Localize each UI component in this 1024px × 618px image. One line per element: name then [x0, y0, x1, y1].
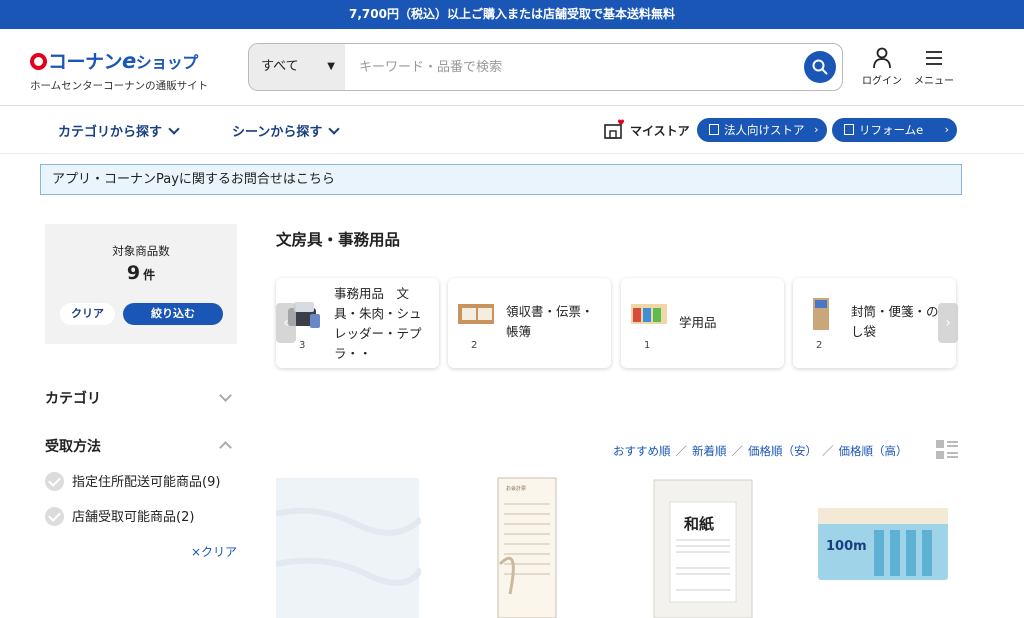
- sort-price-low[interactable]: 価格順（安）: [748, 444, 817, 458]
- list-view-toggle-icon[interactable]: [936, 440, 958, 460]
- scene-search-label: シーンから探す: [232, 125, 323, 140]
- sort-recommended[interactable]: おすすめ順: [613, 444, 671, 458]
- category-card[interactable]: 1 学用品: [621, 278, 784, 368]
- logo-shop: ショップ: [135, 53, 199, 72]
- corporate-store-label: 法人向けストア: [724, 123, 805, 137]
- scene-search-link[interactable]: シーンから探す: [232, 121, 341, 140]
- search-icon: [812, 59, 828, 75]
- product-label: お会計票: [506, 485, 526, 492]
- category-search-link[interactable]: カテゴリから探す: [58, 121, 180, 140]
- logo-e: e: [122, 49, 136, 73]
- my-store-link[interactable]: マイストア: [604, 119, 690, 139]
- category-filter-heading[interactable]: カテゴリ: [45, 388, 101, 408]
- app-pay-notice[interactable]: アプリ・コーナンPayに関するお問合せはこちら: [40, 164, 962, 195]
- logo-o-icon: [30, 53, 47, 70]
- search-category-select[interactable]: すべて ▼: [249, 44, 345, 90]
- promo-text: 7,700円（税込）以上ご購入または店舗受取で基本送料無料: [349, 7, 675, 21]
- search-input[interactable]: [345, 44, 795, 90]
- logo-subtitle: ホームセンターコーナンの通販サイト: [30, 80, 209, 92]
- category-count: 2: [816, 340, 823, 351]
- sort-separator: ／: [822, 444, 834, 458]
- reform-button[interactable]: リフォームe ›: [832, 118, 957, 142]
- building-icon: [709, 124, 719, 135]
- menu-button[interactable]: メニュー: [908, 47, 960, 87]
- logo-name: コーナン: [48, 51, 123, 73]
- result-count-box: 対象商品数 9件 クリア 絞り込む: [45, 224, 237, 344]
- category-search-label: カテゴリから探す: [58, 125, 163, 140]
- reform-label: リフォームe: [859, 123, 924, 137]
- user-icon: [873, 47, 891, 69]
- search-button[interactable]: [804, 51, 836, 83]
- sort-separator: ／: [675, 444, 688, 458]
- count-label: 対象商品数: [112, 244, 170, 258]
- filter-clear-link[interactable]: ×クリア: [191, 543, 237, 560]
- bill-form-product-image: お会計票: [497, 477, 557, 618]
- narrow-button[interactable]: 絞り込む: [123, 303, 223, 325]
- product-label: 和紙: [684, 515, 714, 533]
- search-category-value: すべて: [261, 59, 299, 74]
- category-label: 領収書・伝票・帳簿: [506, 304, 594, 339]
- main-nav: カテゴリから探す シーンから探す マイストア 法人向けストア › リフォームe ›: [0, 106, 1024, 154]
- envelope-pack-product-image: 100m: [818, 508, 948, 580]
- chevron-down-icon[interactable]: [219, 389, 232, 402]
- logo-wordmark: コーナンeショップ: [30, 47, 235, 74]
- count-value: 9件: [45, 262, 237, 284]
- product-label: 100m: [826, 539, 867, 554]
- pickup-filter-heading[interactable]: 受取方法: [45, 436, 101, 456]
- category-count: 2: [471, 340, 478, 351]
- chevron-down-icon: [168, 123, 180, 135]
- sort-options: おすすめ順 ／ 新着順 ／ 価格順（安） ／ 価格順（高）: [613, 443, 908, 459]
- checkbox-icon[interactable]: [45, 472, 64, 491]
- chevron-right-icon: ›: [814, 123, 819, 136]
- chevron-right-icon: ›: [944, 123, 949, 136]
- my-store-label: マイストア: [630, 124, 690, 138]
- product-card[interactable]: [275, 474, 424, 618]
- category-label: 事務用品 文具・朱肉・シュレッダー・テプラ・・: [334, 286, 422, 361]
- pickup-option-store[interactable]: 店舗受取可能商品(2): [45, 506, 194, 526]
- count-unit: 件: [143, 268, 156, 282]
- search-bar: すべて ▼: [248, 43, 843, 91]
- product-card[interactable]: お会計票: [450, 474, 595, 618]
- page-title: 文房具・事務用品: [276, 231, 401, 249]
- category-count: 1: [644, 340, 651, 351]
- dropdown-triangle-icon: ▼: [327, 61, 335, 72]
- category-card[interactable]: 2 領収書・伝票・帳簿: [448, 278, 611, 368]
- store-heart-icon: [604, 119, 624, 139]
- login-button[interactable]: ログイン: [856, 47, 908, 87]
- clear-button[interactable]: クリア: [60, 303, 115, 325]
- washi-paper-product-image: 和紙: [653, 479, 753, 618]
- carousel-prev-button[interactable]: ‹: [276, 303, 296, 343]
- login-label: ログイン: [862, 76, 902, 87]
- building-icon: [844, 124, 854, 135]
- menu-label: メニュー: [914, 76, 954, 87]
- promo-banner[interactable]: 7,700円（税込）以上ご購入または店舗受取で基本送料無料: [0, 0, 1024, 29]
- receipt-book-thumbnail: [458, 304, 494, 324]
- carousel-next-button[interactable]: ›: [938, 303, 958, 343]
- corporate-store-button[interactable]: 法人向けストア ›: [697, 118, 827, 142]
- count-number: 9: [126, 262, 141, 284]
- sort-newest[interactable]: 新着順: [692, 444, 727, 458]
- product-card[interactable]: 100m: [812, 474, 957, 618]
- site-logo[interactable]: コーナンeショップ ホームセンターコーナンの通販サイト: [30, 47, 235, 93]
- category-card[interactable]: 3 事務用品 文具・朱肉・シュレッダー・テプラ・・: [276, 278, 439, 368]
- category-label: 封筒・便箋・のし袋: [851, 304, 939, 339]
- pickup-option-label: 店舗受取可能商品(2): [72, 510, 195, 525]
- notice-text: アプリ・コーナンPayに関するお問合せはこちら: [52, 172, 335, 187]
- chevron-down-icon: [328, 123, 341, 135]
- category-label: 学用品: [679, 315, 717, 330]
- chevron-up-icon[interactable]: [219, 441, 232, 454]
- pickup-option-label: 指定住所配送可能商品(9): [72, 475, 221, 490]
- white-paper-product-image: [275, 478, 424, 618]
- category-count: 3: [299, 340, 306, 351]
- hamburger-icon: [926, 51, 942, 65]
- category-card[interactable]: 2 封筒・便箋・のし袋: [793, 278, 956, 368]
- school-supplies-thumbnail: [631, 304, 667, 324]
- product-card[interactable]: 和紙: [634, 474, 779, 618]
- sort-separator: ／: [731, 444, 744, 458]
- envelope-thumbnail: [813, 298, 829, 330]
- site-header: コーナンeショップ ホームセンターコーナンの通販サイト すべて ▼ ログイン: [0, 29, 1024, 106]
- sort-price-high[interactable]: 価格順（高）: [839, 444, 908, 458]
- pickup-option-delivery[interactable]: 指定住所配送可能商品(9): [45, 471, 220, 491]
- checkbox-icon[interactable]: [45, 507, 64, 526]
